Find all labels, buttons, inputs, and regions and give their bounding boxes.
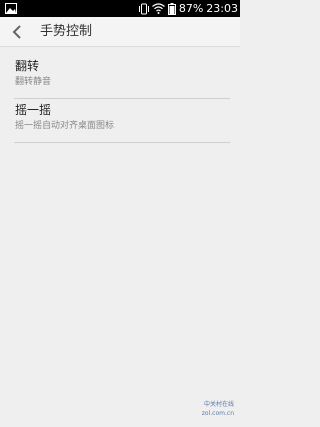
settings-item-shake[interactable]: 摇一摇 摇一摇自动对齐桌面图标 — [14, 99, 230, 143]
clock: 23:03 — [206, 2, 238, 15]
page-title: 手势控制 — [40, 24, 93, 39]
watermark: 中关村在线 zol.com.cn — [192, 401, 234, 421]
vibrate-icon — [138, 3, 149, 14]
battery-percent: 87% — [178, 2, 204, 15]
settings-item-subtitle: 翻转静音 — [15, 77, 52, 87]
wifi-icon — [151, 3, 165, 14]
settings-item-flip[interactable]: 翻转 翻转静音 — [14, 55, 230, 99]
settings-list: 翻转 翻转静音 摇一摇 摇一摇自动对齐桌面图标 — [0, 55, 240, 143]
app-bar: 手势控制 — [0, 17, 240, 47]
back-button[interactable] — [6, 21, 28, 43]
image-icon — [5, 3, 17, 14]
settings-item-title: 翻转 — [15, 59, 40, 73]
status-icons: 87% 23:03 — [136, 0, 238, 17]
settings-item-subtitle: 摇一摇自动对齐桌面图标 — [15, 121, 115, 131]
watermark-line1: 中关村在线 — [203, 401, 234, 408]
watermark-line2: zol.com.cn — [201, 410, 234, 417]
settings-item-title: 摇一摇 — [15, 103, 52, 117]
status-bar: 87% 23:03 — [0, 0, 240, 17]
chevron-left-icon — [12, 25, 21, 39]
battery-icon — [167, 2, 176, 15]
